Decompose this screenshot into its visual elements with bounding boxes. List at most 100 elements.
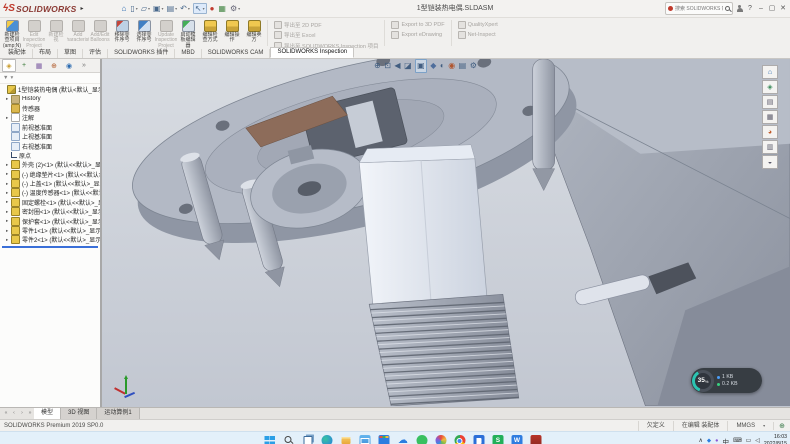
tree-item[interactable]: ▸ 固定螺栓<1> (默认<<默认>_显示 — [0, 198, 100, 207]
command-tab[interactable]: 评估 — [83, 49, 108, 58]
status-item[interactable]: MMGS — [727, 421, 763, 431]
resources-icon[interactable]: ◈ — [762, 80, 778, 94]
view-settings-icon[interactable]: ⚙ — [470, 60, 477, 72]
input-method-icon[interactable]: ⌨ — [733, 437, 742, 444]
tab-scroll-button[interactable]: › — [18, 408, 26, 419]
tool-button[interactable]: Net-Inspect — [458, 31, 498, 39]
previous-view-icon[interactable]: ◀ — [394, 60, 400, 72]
status-item[interactable]: 在编辑 装配体 — [673, 421, 728, 431]
tray-security-icon[interactable]: ◆ — [707, 438, 711, 444]
menu-flyout-icon[interactable]: ▸ — [81, 5, 84, 12]
task-view-button[interactable] — [302, 435, 313, 444]
display-style-icon[interactable]: ◆ — [430, 60, 436, 72]
dimxpertmanager-tab[interactable]: ⊕ — [47, 59, 61, 72]
graphics-viewport[interactable]: ⊕ ⊡ ◀ ◪ ▣ ◆ ◐ ◉ ▤ ⚙ — [102, 59, 790, 407]
select-icon[interactable]: ↖▾ — [193, 3, 207, 14]
start-button[interactable] — [264, 435, 275, 444]
tray-location-icon[interactable]: ● — [715, 438, 718, 444]
displaymanager-tab[interactable]: ◉ — [62, 59, 76, 72]
ribbon-button[interactable]: 启动模 板编辑 器 — [177, 18, 199, 48]
command-tab[interactable]: SOLIDWORKS CAM — [202, 49, 271, 58]
forum-icon[interactable]: ◒ — [762, 155, 778, 169]
command-tab[interactable]: MBD — [175, 49, 201, 58]
status-item[interactable]: 欠定义 — [638, 421, 673, 431]
section-view-icon[interactable]: ◪ — [404, 60, 412, 72]
tree-item[interactable]: ▸ 注解 — [0, 113, 100, 122]
taskbar-clock[interactable]: 16:03 2022/8/15 — [764, 434, 787, 444]
tree-item[interactable]: ▸ 保护套<1> (默认<<默认>_显示状 — [0, 216, 100, 225]
print-icon[interactable]: ▤▾ — [167, 4, 178, 13]
display-settings-icon[interactable]: ▦ — [218, 4, 227, 13]
zoom-fit-icon[interactable]: ⊕ — [374, 60, 381, 72]
mail-icon[interactable] — [359, 435, 370, 444]
ribbon-button[interactable]: Update Inspection Project — [155, 18, 177, 48]
export-button[interactable]: Export to 3D PDF — [391, 21, 444, 29]
tab-scroll-button[interactable]: » — [26, 408, 34, 419]
home-icon[interactable]: ⌂ — [122, 4, 128, 13]
panel-overflow-chevron[interactable]: » — [77, 59, 91, 72]
minimize-button[interactable]: – — [757, 3, 765, 15]
export-button[interactable]: 导出至 Excel — [274, 31, 378, 39]
undo-icon[interactable]: ↶▾ — [180, 4, 190, 13]
tree-item[interactable]: 上视基准面 — [0, 132, 100, 141]
app-book-icon[interactable] — [473, 435, 484, 444]
ribbon-button[interactable]: 新建检 查项目 (amp;N) — [1, 18, 23, 48]
design-library-icon[interactable]: ▤ — [762, 95, 778, 109]
onedrive-icon[interactable]: ☁ — [397, 435, 408, 444]
ribbon-button[interactable]: Edit Inspection Project — [23, 18, 45, 48]
tab-scroll-button[interactable]: ‹ — [10, 408, 18, 419]
performance-icon[interactable]: ● — [210, 4, 216, 13]
edit-appearance-icon[interactable]: ◉ — [448, 60, 455, 72]
view-orientation-icon[interactable]: ▣ — [415, 59, 427, 73]
ribbon-button[interactable]: 移除零 件序号 — [111, 18, 133, 48]
command-tab[interactable]: 布局 — [33, 49, 58, 58]
user-account-icon[interactable] — [736, 5, 743, 13]
ribbon-button[interactable]: Add Characteristic — [67, 18, 89, 48]
tree-item[interactable]: ▸ 零件1<1> (默认<<默认>_显示状态 — [0, 226, 100, 235]
tree-item[interactable]: ▸ (-) 温度传感器<1> (默认<<默认>_ — [0, 188, 100, 197]
tree-item[interactable]: 1型铠装热电偶 (默认<默认_显示状态-1 — [0, 85, 100, 94]
new-document-icon[interactable]: ▯▾ — [130, 4, 137, 13]
tree-item[interactable]: ▸ 外壳 (2)<1> (默认<<默认>_显示状 — [0, 160, 100, 169]
tree-item[interactable]: ▸ (-) 上盖<1> (默认<<默认>_显示状 — [0, 179, 100, 188]
solidworks-taskbar-icon[interactable] — [530, 435, 541, 444]
document-tab[interactable]: 3D 视图 — [61, 408, 97, 419]
units-dropdown-caret[interactable]: ▾ — [763, 423, 773, 428]
input-language-indicator[interactable]: 中 — [722, 436, 729, 444]
cast-icon[interactable]: ▭ — [746, 437, 752, 444]
app-color-icon[interactable] — [435, 435, 446, 444]
propertymanager-tab[interactable]: + — [17, 59, 31, 72]
document-tab[interactable]: 模型 — [34, 408, 61, 419]
ribbon-button[interactable]: 新建检 视 — [45, 18, 67, 48]
file-explorer-icon[interactable] — [340, 435, 351, 444]
globe-icon[interactable]: ⊕ — [773, 422, 790, 430]
ribbon-button[interactable]: Add/Edit Balloons — [89, 18, 111, 48]
close-button[interactable]: ✕ — [779, 3, 787, 15]
apply-scene-icon[interactable]: ▤ — [459, 60, 467, 72]
store-icon[interactable] — [378, 435, 389, 444]
ribbon-button[interactable]: 编辑卖 方 — [243, 18, 265, 48]
open-icon[interactable]: ▱▾ — [141, 4, 150, 13]
tray-expand-icon[interactable]: ∧ — [698, 437, 702, 444]
volume-icon[interactable]: ◁ — [755, 437, 760, 444]
featuremanager-tab[interactable]: ◈ — [2, 59, 16, 72]
tree-item[interactable]: 传感器 — [0, 104, 100, 113]
help-search-input[interactable]: 搜索 SOLIDWORKS 帮助 — [665, 2, 733, 15]
maximize-button[interactable]: ▢ — [768, 3, 776, 15]
ribbon-button[interactable]: 选择零 件序号 — [133, 18, 155, 48]
edge-icon[interactable] — [321, 435, 332, 444]
tab-scroll-button[interactable]: « — [2, 408, 10, 419]
chrome-icon[interactable] — [454, 435, 465, 444]
configurationmanager-tab[interactable]: ▦ — [32, 59, 46, 72]
tool-button[interactable]: QualityXpert — [458, 21, 498, 29]
search-button[interactable] — [283, 435, 294, 444]
help-button[interactable]: ? — [746, 3, 754, 15]
app-w-icon[interactable]: W — [511, 435, 522, 444]
export-button[interactable]: 导出至 2D PDF — [274, 21, 378, 29]
appearances-icon[interactable]: ◕ — [762, 125, 778, 139]
command-tab[interactable]: 草图 — [58, 49, 83, 58]
3d-model[interactable] — [102, 59, 790, 406]
export-button[interactable]: Export eDrawing — [391, 31, 444, 39]
command-tab[interactable]: SOLIDWORKS Inspection — [270, 47, 354, 58]
command-tab[interactable]: 装配体 — [2, 49, 33, 58]
